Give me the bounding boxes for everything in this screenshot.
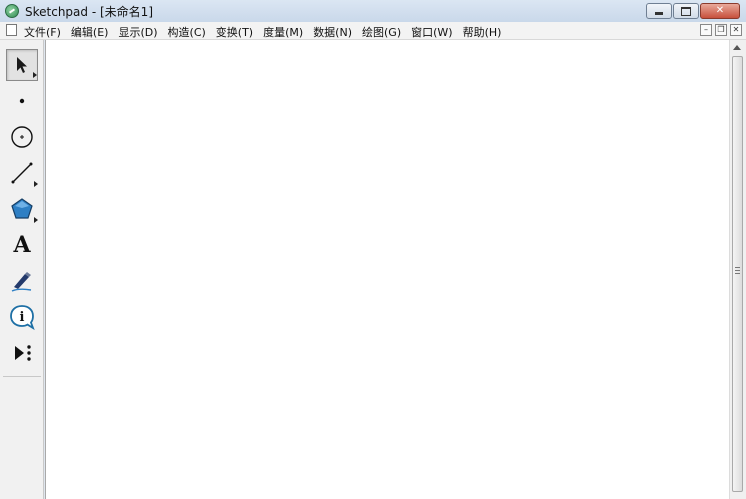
info-glyph: i (20, 310, 25, 325)
sketch-canvas[interactable] (45, 40, 730, 499)
close-icon: ✕ (715, 5, 725, 16)
circle-compass-icon (11, 126, 33, 148)
straightedge-tool[interactable] (6, 157, 38, 189)
grip-icon (735, 267, 740, 274)
menu-edit[interactable]: 编辑(E) (71, 23, 109, 41)
compass-tool[interactable] (6, 121, 38, 153)
text-a-icon: A (13, 232, 31, 258)
information-tool[interactable]: i (6, 301, 38, 333)
doc-close-button[interactable]: ✕ (730, 24, 742, 36)
pentagon-icon (11, 198, 33, 219)
arrow-cursor-icon (17, 57, 27, 73)
play-more-icon (15, 345, 31, 361)
sketchpad-app-icon[interactable] (5, 4, 19, 18)
tool-menu-indicator-icon (34, 217, 38, 223)
menu-construct[interactable]: 构造(C) (168, 23, 206, 41)
menu-graph[interactable]: 绘图(G) (362, 23, 401, 41)
menu-file[interactable]: 文件(F) (24, 23, 61, 41)
doc-minimize-button[interactable]: – (700, 24, 712, 36)
doc-restore-button[interactable]: ❐ (715, 24, 727, 36)
vertical-scrollbar[interactable] (729, 40, 746, 499)
scroll-up-icon[interactable] (733, 45, 741, 50)
app-title: Sketchpad (25, 5, 89, 19)
marker-tool[interactable] (6, 265, 38, 297)
window-controls: ✕ (646, 3, 740, 19)
minimize-button[interactable] (646, 3, 672, 19)
menu-bar: 文件(F) 编辑(E) 显示(D) 构造(C) 变换(T) 度量(M) 数据(N… (0, 22, 746, 40)
menu-transform[interactable]: 变换(T) (216, 23, 253, 41)
maximize-button[interactable] (673, 3, 699, 19)
minimize-icon (655, 11, 663, 15)
menu-data[interactable]: 数据(N) (313, 23, 352, 41)
toolbox: A i (0, 40, 44, 499)
menu-display[interactable]: 显示(D) (118, 23, 157, 41)
maximize-icon (681, 6, 691, 16)
menu-help[interactable]: 帮助(H) (463, 23, 502, 41)
document-icon[interactable] (6, 24, 17, 36)
menu-items: 文件(F) 编辑(E) 显示(D) 构造(C) 变换(T) 度量(M) 数据(N… (24, 23, 501, 41)
title-bar: Sketchpad - [未命名1] ✕ (0, 0, 746, 23)
line-segment-icon (11, 162, 33, 184)
polygon-tool[interactable] (6, 193, 38, 225)
document-window-controls: – ❐ ✕ (700, 24, 742, 36)
point-tool[interactable] (6, 85, 38, 117)
tool-menu-indicator-icon (34, 181, 38, 187)
scroll-thumb[interactable] (732, 56, 743, 492)
tool-menu-indicator-icon (33, 72, 37, 78)
text-tool[interactable]: A (6, 229, 38, 261)
point-icon (19, 98, 25, 104)
menu-measure[interactable]: 度量(M) (263, 23, 303, 41)
window-title: Sketchpad - [未命名1] (25, 3, 153, 20)
info-bubble-icon: i (10, 305, 35, 331)
tool-panel: A i (3, 43, 41, 377)
document-title: - [未命名1] (91, 5, 154, 19)
custom-tools[interactable] (6, 337, 38, 369)
selection-arrow-tool[interactable] (6, 49, 38, 81)
menu-window[interactable]: 窗口(W) (411, 23, 452, 41)
marker-pen-icon (11, 272, 32, 292)
close-button[interactable]: ✕ (700, 3, 740, 19)
